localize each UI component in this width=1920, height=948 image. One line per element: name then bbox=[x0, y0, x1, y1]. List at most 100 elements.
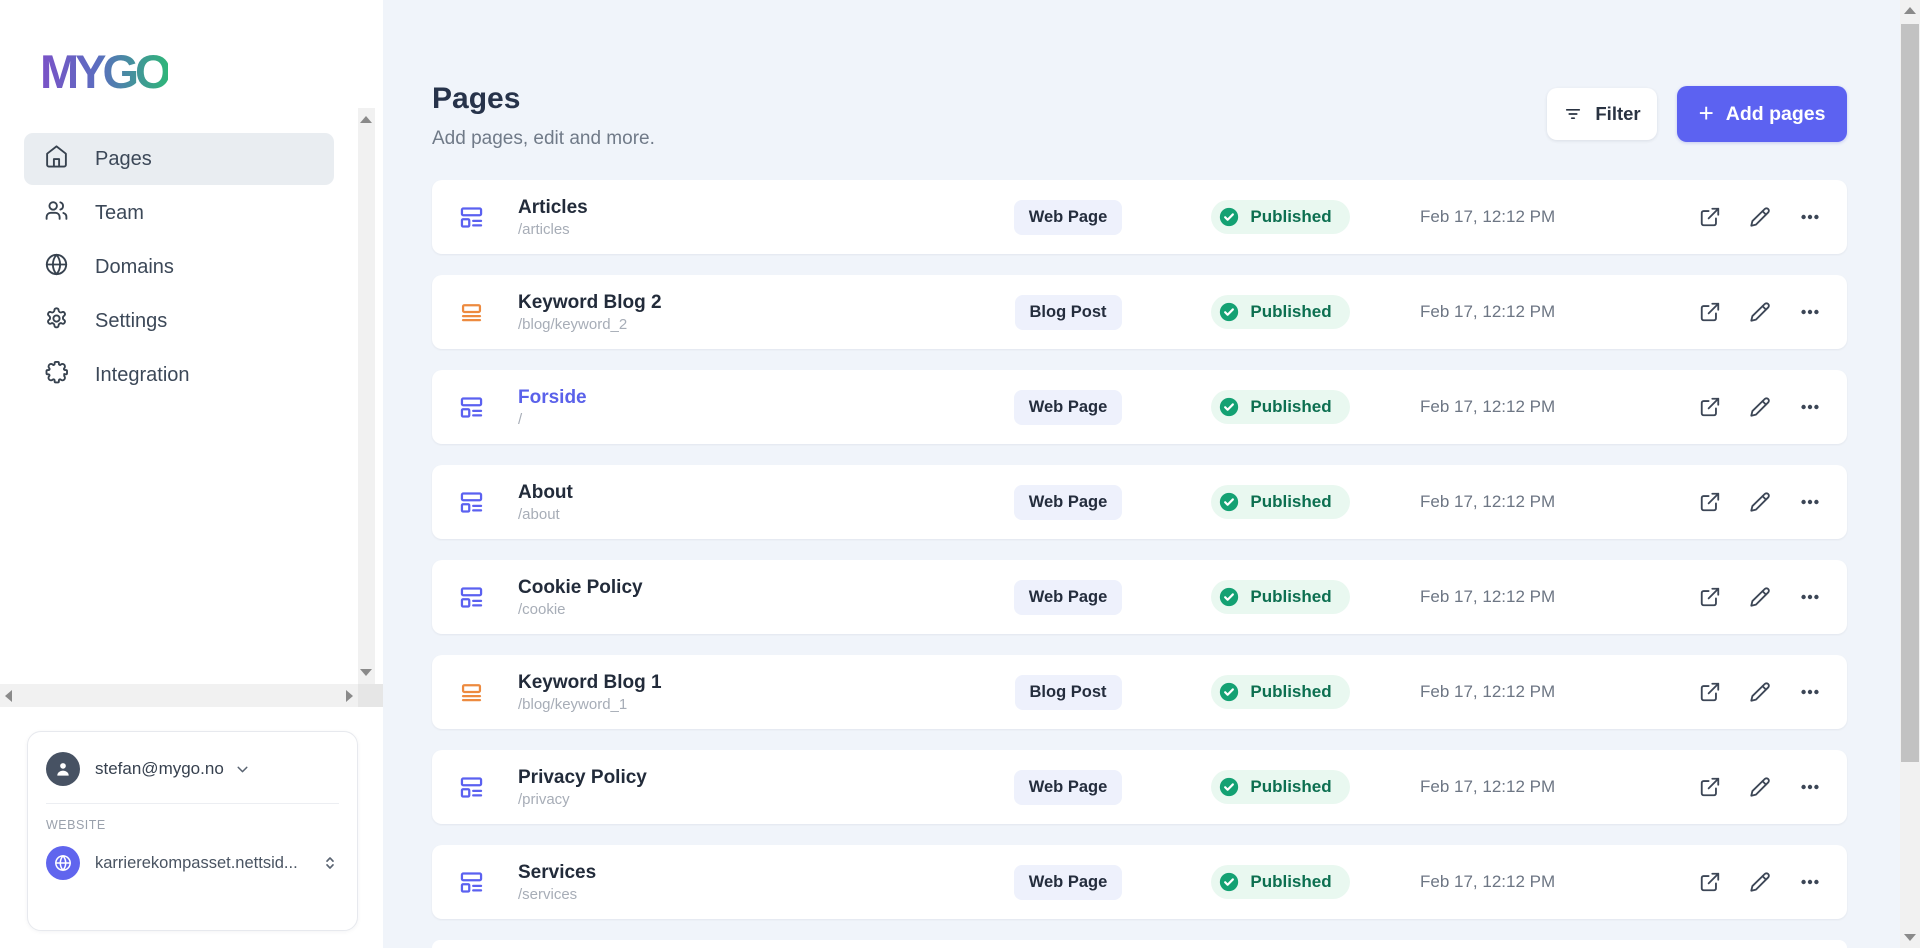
edit-page-button[interactable] bbox=[1747, 679, 1773, 705]
sidebar-item-domains[interactable]: Domains bbox=[24, 241, 334, 293]
more-options-button[interactable] bbox=[1797, 299, 1823, 325]
sidebar-item-label: Integration bbox=[95, 363, 190, 386]
sidebar-item-team[interactable]: Team bbox=[24, 187, 334, 239]
open-page-button[interactable] bbox=[1697, 489, 1723, 515]
scroll-left-arrow-icon[interactable] bbox=[5, 689, 12, 702]
open-page-button[interactable] bbox=[1697, 204, 1723, 230]
page-title-link[interactable]: About bbox=[518, 481, 973, 505]
page-date: Feb 17, 12:12 PM bbox=[1420, 777, 1556, 796]
page-subtitle: Add pages, edit and more. bbox=[432, 128, 655, 149]
page-date: Feb 17, 12:12 PM bbox=[1420, 207, 1556, 226]
external-link-icon bbox=[1700, 207, 1720, 227]
status-label: Published bbox=[1250, 682, 1332, 701]
web-page-icon bbox=[460, 206, 482, 228]
ellipsis-icon bbox=[1801, 214, 1819, 220]
sidebar: MYGO Pages Team Domains Settings Integra… bbox=[0, 0, 383, 948]
open-page-button[interactable] bbox=[1697, 679, 1723, 705]
status-label: Published bbox=[1250, 397, 1332, 416]
edit-page-button[interactable] bbox=[1747, 299, 1773, 325]
edit-page-button[interactable] bbox=[1747, 394, 1773, 420]
sidebar-item-pages[interactable]: Pages bbox=[24, 133, 334, 185]
scroll-up-arrow-icon[interactable] bbox=[1904, 7, 1916, 14]
open-page-button[interactable] bbox=[1697, 584, 1723, 610]
page-title-link[interactable]: Forside bbox=[518, 386, 973, 410]
page-type-badge: Web Page bbox=[1013, 769, 1123, 805]
more-options-button[interactable] bbox=[1797, 489, 1823, 515]
more-options-button[interactable] bbox=[1797, 869, 1823, 895]
scrollbar-thumb[interactable] bbox=[1901, 24, 1919, 762]
page-row: Services /services Web Page Published Fe… bbox=[432, 845, 1847, 919]
pencil-icon bbox=[1750, 302, 1770, 322]
open-page-button[interactable] bbox=[1697, 774, 1723, 800]
page-slug: /about bbox=[518, 506, 560, 524]
status-badge: Published bbox=[1211, 295, 1350, 329]
external-link-icon bbox=[1700, 587, 1720, 607]
edit-page-button[interactable] bbox=[1747, 869, 1773, 895]
sidebar-horizontal-scrollbar[interactable] bbox=[0, 684, 358, 707]
edit-page-button[interactable] bbox=[1747, 489, 1773, 515]
avatar bbox=[46, 752, 80, 786]
gear-icon bbox=[44, 306, 69, 336]
account-card: stefan@mygo.no WEBSITE karrierekompasset… bbox=[27, 731, 358, 931]
sidebar-vertical-scrollbar[interactable] bbox=[358, 108, 375, 684]
external-link-icon bbox=[1700, 302, 1720, 322]
sidebar-item-label: Domains bbox=[95, 255, 174, 278]
page-title-link[interactable]: Articles bbox=[518, 196, 973, 220]
check-circle-icon bbox=[1220, 587, 1239, 607]
web-page-icon bbox=[460, 586, 482, 608]
scroll-down-arrow-icon[interactable] bbox=[1904, 934, 1916, 941]
page-row: Forside / Web Page Published Feb 17, 12:… bbox=[432, 370, 1847, 444]
scroll-down-arrow-icon[interactable] bbox=[360, 669, 372, 676]
status-badge: Published bbox=[1211, 675, 1350, 709]
ellipsis-icon bbox=[1801, 784, 1819, 790]
status-badge: Published bbox=[1211, 865, 1350, 899]
sidebar-item-settings[interactable]: Settings bbox=[24, 295, 334, 347]
globe-icon bbox=[44, 252, 69, 282]
add-pages-label: Add pages bbox=[1725, 102, 1826, 125]
open-page-button[interactable] bbox=[1697, 299, 1723, 325]
window-vertical-scrollbar[interactable] bbox=[1900, 0, 1920, 948]
sidebar-nav: Pages Team Domains Settings Integration bbox=[24, 133, 334, 403]
page-row: Keyword Blog 2 /blog/keyword_2 Blog Post… bbox=[432, 275, 1847, 349]
edit-page-button[interactable] bbox=[1747, 204, 1773, 230]
filter-icon bbox=[1566, 109, 1581, 119]
more-options-button[interactable] bbox=[1797, 679, 1823, 705]
scroll-right-arrow-icon[interactable] bbox=[346, 689, 353, 702]
edit-page-button[interactable] bbox=[1747, 584, 1773, 610]
open-page-button[interactable] bbox=[1697, 394, 1723, 420]
status-label: Published bbox=[1250, 777, 1332, 796]
sidebar-item-label: Team bbox=[95, 201, 144, 224]
open-page-button[interactable] bbox=[1697, 869, 1723, 895]
divider bbox=[46, 803, 339, 804]
more-options-button[interactable] bbox=[1797, 394, 1823, 420]
page-type-badge: Web Page bbox=[1013, 389, 1123, 425]
check-circle-icon bbox=[1220, 682, 1239, 702]
selector-updown-icon bbox=[326, 857, 334, 869]
pencil-icon bbox=[1750, 682, 1770, 702]
filter-button[interactable]: Filter bbox=[1547, 88, 1657, 140]
page-type-badge: Web Page bbox=[1013, 579, 1123, 615]
more-options-button[interactable] bbox=[1797, 584, 1823, 610]
edit-page-button[interactable] bbox=[1747, 774, 1773, 800]
ellipsis-icon bbox=[1801, 689, 1819, 695]
page-date: Feb 17, 12:12 PM bbox=[1420, 682, 1556, 701]
page-title-link[interactable]: Privacy Policy bbox=[518, 766, 973, 790]
external-link-icon bbox=[1700, 492, 1720, 512]
website-selector[interactable]: karrierekompasset.nettsid... bbox=[46, 846, 339, 880]
account-menu[interactable]: stefan@mygo.no bbox=[46, 752, 339, 786]
page-type-badge: Blog Post bbox=[1014, 294, 1122, 330]
pencil-icon bbox=[1750, 397, 1770, 417]
page-date: Feb 17, 12:12 PM bbox=[1420, 492, 1556, 511]
page-type-badge: Web Page bbox=[1013, 864, 1123, 900]
more-options-button[interactable] bbox=[1797, 204, 1823, 230]
sidebar-item-integration[interactable]: Integration bbox=[24, 349, 334, 401]
page-title-link[interactable]: Keyword Blog 1 bbox=[518, 671, 973, 695]
page-title-link[interactable]: Keyword Blog 2 bbox=[518, 291, 973, 315]
page-title-link[interactable]: Cookie Policy bbox=[518, 576, 973, 600]
add-pages-button[interactable]: + Add pages bbox=[1677, 86, 1847, 142]
scroll-up-arrow-icon[interactable] bbox=[360, 116, 372, 123]
page-title-link[interactable]: Services bbox=[518, 861, 973, 885]
page-slug: /articles bbox=[518, 221, 570, 239]
more-options-button[interactable] bbox=[1797, 774, 1823, 800]
sidebar-item-label: Pages bbox=[95, 147, 152, 170]
